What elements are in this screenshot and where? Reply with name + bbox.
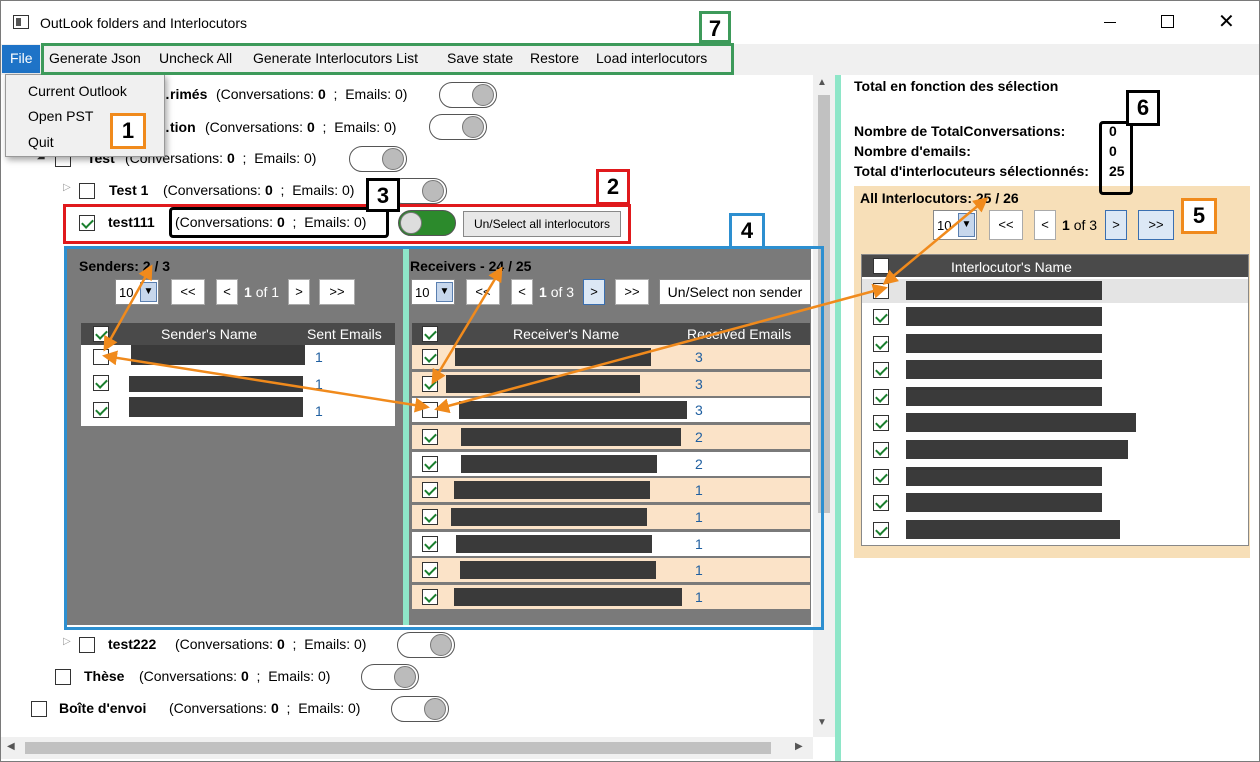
arrow-receiver-to-interlocutor <box>434 283 888 414</box>
arrow-interlocutors-count <box>882 197 989 285</box>
arrow-sender-to-receiver <box>102 350 430 413</box>
arrow-receiver-count <box>431 266 503 385</box>
main-window: OutLook folders and Interlocutors ✕ File… <box>0 0 1260 762</box>
arrow-sender-count <box>103 264 153 352</box>
callout-arrows <box>102 197 989 414</box>
